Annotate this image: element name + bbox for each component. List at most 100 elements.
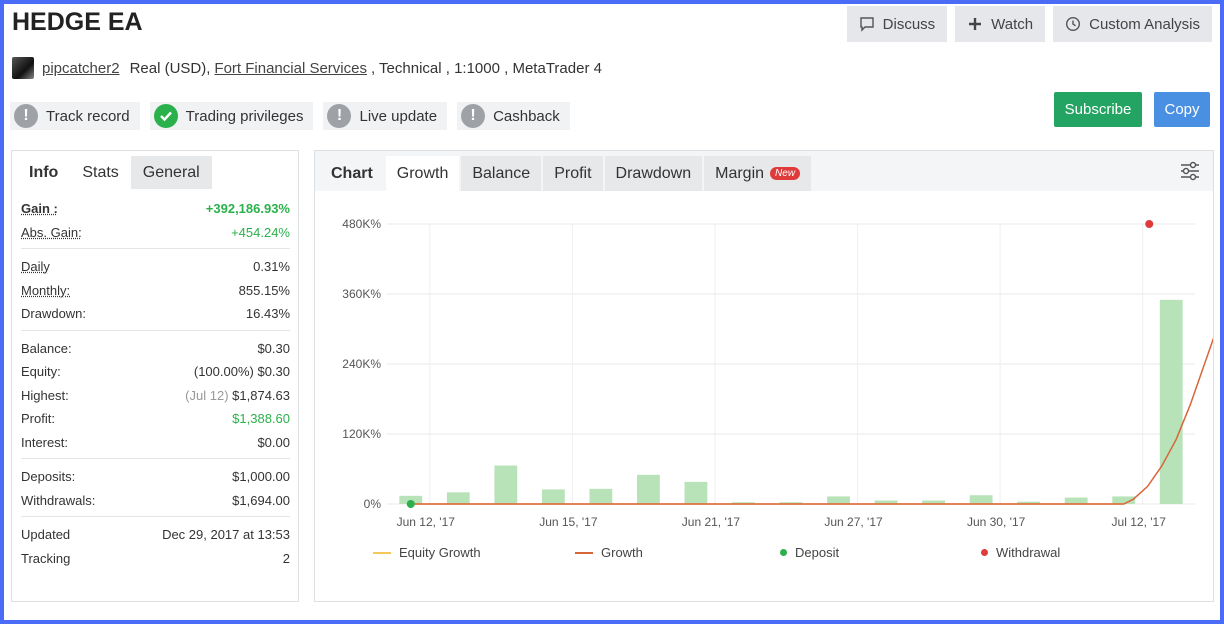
stat-label: Balance: [21, 340, 72, 356]
stat-label: Drawdown: [21, 306, 87, 322]
stat-daily: Daily 0.31% [21, 255, 290, 279]
x-tick-label: Jul 12, '17 [1112, 515, 1167, 529]
x-tick-label: Jun 27, '17 [824, 515, 883, 529]
legend-swatch [780, 549, 787, 556]
deposit-point [406, 500, 415, 508]
legend-withdrawal[interactable]: Withdrawal [981, 545, 1060, 560]
check-icon [153, 104, 178, 128]
subscribe-button[interactable]: Subscribe [1054, 92, 1142, 127]
stat-interest: Interest: $0.00 [21, 431, 290, 455]
x-tick-label: Jun 30, '17 [967, 515, 1026, 529]
legend-equity-growth[interactable]: Equity Growth [373, 545, 481, 560]
legend-swatch [373, 551, 391, 554]
stat-value: $0.00 [257, 434, 290, 450]
stats-list: Gain : +392,186.93% Abs. Gain: +454.24% … [12, 189, 298, 570]
tab-profit[interactable]: Profit [543, 156, 603, 191]
bar [589, 488, 613, 504]
legend-growth[interactable]: Growth [575, 545, 643, 560]
stat-label: Withdrawals: [21, 492, 96, 508]
stat-value: $1,694.00 [232, 492, 290, 508]
bar [541, 489, 565, 504]
y-tick-label: 240K% [342, 357, 381, 371]
divider [21, 329, 290, 331]
new-badge: New [770, 167, 801, 180]
chart-tabs: Chart Growth Balance Profit Drawdown Mar… [315, 151, 1213, 191]
legend-label: Growth [601, 545, 643, 560]
x-tick-label: Jun 12, '17 [397, 515, 456, 529]
y-tick-label: 0% [364, 497, 382, 511]
y-tick-label: 120K% [342, 427, 381, 441]
stat-value: (100.00%) $0.30 [193, 364, 290, 380]
chart-panel: Chart Growth Balance Profit Drawdown Mar… [314, 150, 1214, 602]
tab-drawdown[interactable]: Drawdown [604, 156, 703, 191]
stats-tabs: Info Stats General [12, 151, 298, 189]
stat-profit: Profit: $1,388.60 [21, 407, 290, 431]
tab-info[interactable]: Info [17, 156, 70, 189]
avatar[interactable] [12, 57, 34, 79]
stat-value: +454.24% [231, 224, 290, 240]
watch-button[interactable]: Watch [955, 6, 1046, 42]
tab-general[interactable]: General [130, 156, 212, 189]
y-tick-label: 360K% [342, 287, 381, 301]
stat-label[interactable]: Daily [21, 259, 50, 274]
custom-analysis-button[interactable]: Custom Analysis [1053, 6, 1212, 42]
stat-tracking: Tracking 2 [21, 547, 290, 571]
watch-label: Watch [991, 15, 1034, 33]
legend-swatch [575, 551, 593, 554]
tab-margin-label: Margin [715, 164, 765, 182]
discuss-button[interactable]: Discuss [846, 6, 948, 42]
stat-value: $1,874.63 [232, 387, 290, 403]
bar [637, 474, 660, 504]
stat-value: 2 [282, 550, 290, 566]
tab-chart[interactable]: Chart [320, 156, 384, 191]
legend-label: Withdrawal [996, 545, 1061, 560]
x-tick-label: Jun 21, '17 [682, 515, 741, 529]
stat-label: Highest: [21, 387, 69, 403]
settings-sliders-icon[interactable] [1179, 160, 1201, 182]
stat-label: Profit: [21, 411, 55, 427]
legend-deposit[interactable]: Deposit [780, 545, 839, 560]
legend-label: Equity Growth [399, 545, 481, 560]
stat-label[interactable]: Abs. Gain: [21, 225, 82, 240]
tab-stats[interactable]: Stats [70, 156, 130, 189]
discuss-label: Discuss [882, 15, 936, 33]
stat-label[interactable]: Gain : [21, 201, 58, 216]
bar [969, 495, 993, 504]
account-details: , Technical , 1:1000 , MetaTrader 4 [370, 59, 602, 77]
stats-panel: Info Stats General Gain : +392,186.93% A… [11, 150, 299, 602]
stat-value: +392,186.93% [205, 201, 290, 217]
badge-label: Cashback [493, 107, 560, 125]
legend-swatch [981, 549, 988, 556]
growth-chart: 480K% 360K% 240K% 120K% 0% Jun 12, '17 Jun 15,… [342, 217, 1213, 529]
badge-live-update[interactable]: ! Live update [323, 102, 448, 130]
broker-link[interactable]: Fort Financial Services [214, 60, 367, 77]
copy-button[interactable]: Copy [1154, 92, 1210, 127]
stat-label: Updated [21, 527, 71, 543]
clock-icon [1066, 16, 1081, 32]
badge-cashback[interactable]: ! Cashback [457, 102, 570, 130]
stat-value: 855.15% [238, 282, 290, 298]
stat-drawdown: Drawdown: 16.43% [21, 302, 290, 326]
page-title: HEDGE EA [12, 8, 143, 36]
exclamation-icon: ! [461, 104, 486, 128]
bar [1159, 299, 1183, 504]
username-link[interactable]: pipcatcher2 [42, 60, 120, 77]
tab-balance[interactable]: Balance [461, 156, 542, 191]
badge-track-record[interactable]: ! Track record [10, 102, 140, 130]
stat-label: Equity: [21, 364, 61, 380]
stat-monthly: Monthly: 855.15% [21, 279, 290, 303]
divider [21, 248, 290, 249]
stat-value: $1,000.00 [232, 469, 290, 485]
stat-value: 0.31% [253, 259, 290, 275]
tab-growth[interactable]: Growth [385, 156, 460, 191]
custom-analysis-label: Custom Analysis [1089, 15, 1200, 33]
stat-withdrawals: Withdrawals: $1,694.00 [21, 489, 290, 513]
bar [827, 496, 850, 504]
legend-label: Deposit [795, 545, 840, 560]
stat-value: Dec 29, 2017 at 13:53 [162, 527, 290, 543]
bar [1064, 497, 1088, 504]
tab-margin[interactable]: Margin New [704, 156, 812, 191]
stat-label[interactable]: Monthly: [21, 283, 70, 298]
badge-trading-privileges[interactable]: Trading privileges [149, 102, 314, 130]
divider [21, 516, 290, 517]
